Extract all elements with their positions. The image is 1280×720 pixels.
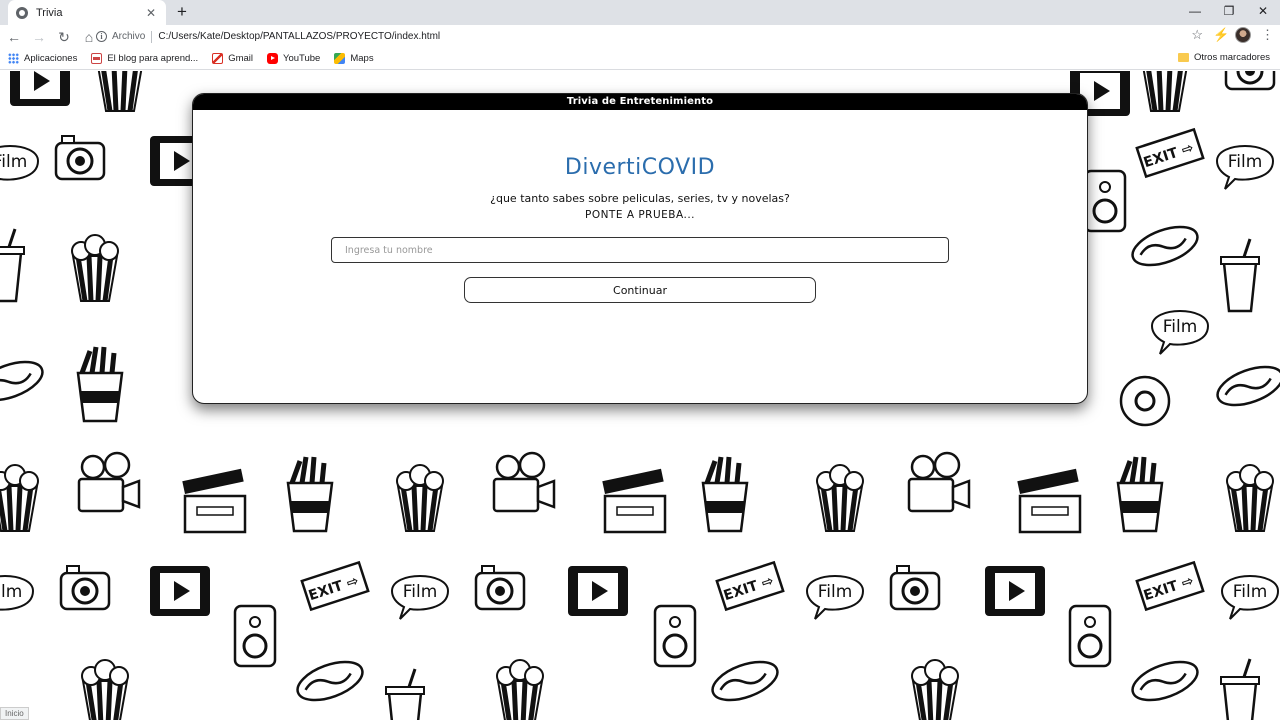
url-text[interactable]: C:/Users/Kate/Desktop/PANTALLAZOS/PROYEC… [158, 31, 440, 42]
gmail-icon [212, 53, 224, 64]
maps-icon [334, 53, 346, 64]
apps-icon [8, 53, 19, 64]
continue-button[interactable]: Continuar [464, 277, 816, 303]
extension-icon[interactable]: ⚡ [1213, 27, 1229, 43]
forward-icon[interactable]: → [28, 26, 50, 48]
tab-title: Trivia [36, 6, 63, 19]
question-text: ¿que tanto sabes sobre peliculas, series… [490, 192, 790, 205]
address-bar[interactable]: i Archivo C:/Users/Kate/Desktop/PANTALLA… [96, 26, 1200, 47]
tab-trivia[interactable]: Trivia ✕ [8, 0, 166, 25]
scheme-label: Archivo [112, 31, 146, 42]
card-header: Trivia de Entretenimiento [193, 94, 1087, 110]
tagline-text: PONTE A PRUEBA... [584, 209, 696, 221]
toolbar-right: ☆ ⚡ ⋮ [1191, 27, 1274, 43]
tab-strip: Trivia ✕ + — ❐ ✕ [0, 0, 1280, 25]
bookmark-youtube[interactable]: YouTube [267, 53, 320, 64]
minimize-icon[interactable]: — [1178, 0, 1212, 22]
close-icon[interactable]: ✕ [144, 6, 158, 20]
blog-icon [91, 53, 103, 64]
folder-icon [1177, 53, 1189, 62]
info-icon[interactable]: i [96, 31, 107, 42]
bookmark-label: Aplicaciones [24, 53, 78, 64]
other-bookmarks-label: Otros marcadores [1193, 52, 1270, 63]
trivia-card: Trivia de Entretenimiento DivertiCOVID ¿… [192, 93, 1088, 404]
youtube-icon [267, 53, 278, 64]
name-input[interactable] [331, 237, 949, 263]
page-title: DivertiCOVID [564, 155, 716, 180]
status-bar: Inicio [0, 707, 29, 720]
bookmark-label: Gmail [228, 53, 253, 64]
bookmark-gmail[interactable]: Gmail [212, 53, 253, 64]
browser-toolbar: ← → ↻ ⌂ i Archivo C:/Users/Kate/Desktop/… [0, 25, 1280, 48]
bookmark-apps[interactable]: Aplicaciones [8, 53, 77, 64]
globe-icon [16, 6, 28, 19]
window-controls: — ❐ ✕ [1178, 0, 1280, 25]
avatar[interactable] [1235, 27, 1251, 43]
new-tab-button[interactable]: + [172, 2, 192, 22]
reload-icon[interactable]: ↻ [53, 26, 75, 48]
bookmark-label: Maps [350, 53, 374, 64]
other-bookmarks[interactable]: Otros marcadores [1177, 52, 1270, 63]
star-icon[interactable]: ☆ [1191, 27, 1203, 43]
bookmark-blog[interactable]: El blog para aprend... [91, 53, 198, 64]
menu-icon[interactable]: ⋮ [1261, 27, 1274, 43]
back-icon[interactable]: ← [3, 26, 25, 48]
window-close-icon[interactable]: ✕ [1246, 0, 1280, 22]
bookmark-maps[interactable]: Maps [334, 53, 374, 64]
bookmark-label: El blog para aprend... [107, 53, 199, 64]
bookmark-label: YouTube [283, 53, 321, 64]
bookmarks-bar: Aplicaciones El blog para aprend... Gmai… [0, 48, 1280, 70]
page-viewport: Film EXIT ⇨ [0, 71, 1280, 720]
divider [151, 30, 153, 43]
restore-icon[interactable]: ❐ [1212, 0, 1246, 22]
